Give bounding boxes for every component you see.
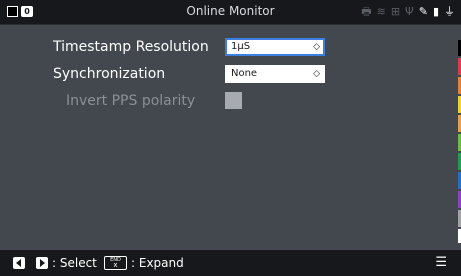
setting-row-invert-pps: Invert PPS polarity bbox=[0, 91, 400, 111]
wifi-icon: ≋ bbox=[376, 5, 386, 18]
right-arrow-key-icon bbox=[36, 257, 48, 269]
end-key-icon: END x bbox=[104, 256, 127, 270]
channel-indicator-icon bbox=[7, 6, 18, 17]
channel-badge: 0 bbox=[21, 6, 33, 17]
timestamp-resolution-value: 1µS bbox=[231, 41, 251, 52]
expand-hint: : Expand bbox=[131, 256, 184, 270]
page-title: Online Monitor bbox=[186, 4, 275, 18]
select-hint: : Select bbox=[52, 256, 97, 270]
setting-row-timestamp-resolution: Timestamp Resolution 1µS ◇ bbox=[0, 37, 400, 57]
synchronization-value: None bbox=[231, 68, 258, 79]
chevron-updown-icon: ◇ bbox=[313, 42, 320, 52]
invert-pps-label: Invert PPS polarity bbox=[66, 93, 196, 109]
usb-icon: Ψ bbox=[405, 5, 414, 18]
left-arrow-key-icon bbox=[13, 257, 25, 269]
status-icons: 🖶 ≋ ⊞ Ψ ✎ ▮ ⏚ bbox=[361, 4, 455, 20]
timestamp-resolution-select[interactable]: 1µS ◇ bbox=[225, 38, 325, 56]
chevron-updown-icon: ◇ bbox=[313, 69, 320, 79]
synchronization-select[interactable]: None ◇ bbox=[225, 65, 325, 83]
wrench-icon: ✎ bbox=[418, 5, 428, 18]
power-plug-icon: ⏚ bbox=[444, 5, 455, 18]
synchronization-label: Synchronization bbox=[53, 66, 166, 82]
timestamp-resolution-label: Timestamp Resolution bbox=[53, 39, 209, 55]
bottom-bar: : Select END x : Expand ☰ bbox=[0, 250, 461, 276]
sd-card-icon: ▮ bbox=[432, 5, 439, 18]
printer-icon: 🖶 bbox=[361, 5, 372, 18]
top-bar: 0 Online Monitor 🖶 ≋ ⊞ Ψ ✎ ▮ ⏚ bbox=[0, 0, 461, 25]
menu-icon[interactable]: ☰ bbox=[435, 255, 447, 271]
network-icon: ⊞ bbox=[390, 5, 401, 18]
invert-pps-checkbox[interactable] bbox=[225, 92, 242, 109]
setting-row-synchronization: Synchronization None ◇ bbox=[0, 64, 400, 84]
